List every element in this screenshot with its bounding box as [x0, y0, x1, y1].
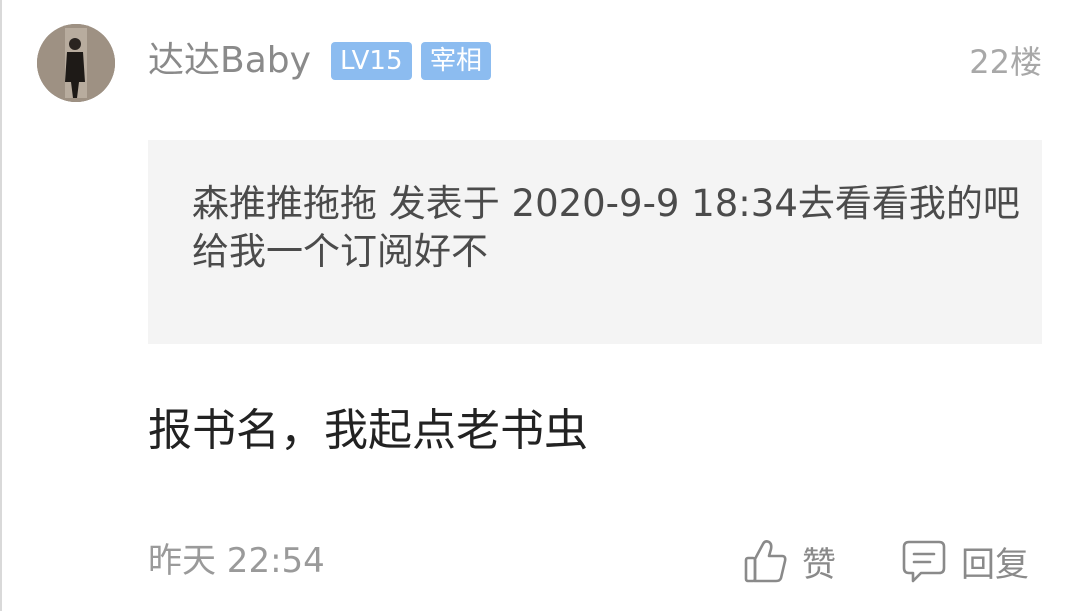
quote-text: 森推推拖拖 发表于 2020-9-9 18:34去看看我的吧给我一个订阅好不 [192, 182, 1020, 273]
floor-number: 22楼 [969, 43, 1042, 81]
title-badge: 宰相 [421, 42, 492, 80]
reply-button[interactable]: 回复 [901, 536, 1029, 586]
like-button[interactable]: 赞 [744, 536, 836, 586]
reply-label: 回复 [961, 544, 1029, 585]
like-label: 赞 [802, 544, 836, 585]
thumbs-up-icon [744, 538, 788, 584]
comment-content: 报书名，我起点老书虫 [148, 405, 588, 456]
left-divider [0, 0, 2, 611]
avatar-photo [37, 24, 115, 102]
comment-icon [901, 538, 947, 584]
post-timestamp: 昨天 22:54 [148, 541, 325, 581]
quoted-reply[interactable]: 森推推拖拖 发表于 2020-9-9 18:34去看看我的吧给我一个订阅好不 [148, 140, 1042, 344]
author-name[interactable]: 达达Baby [148, 38, 311, 84]
avatar[interactable] [37, 24, 115, 102]
comment-card: 达达Baby LV15 宰相 22楼 森推推拖拖 发表于 2020-9-9 18… [0, 0, 1080, 611]
level-badge: LV15 [331, 42, 412, 80]
